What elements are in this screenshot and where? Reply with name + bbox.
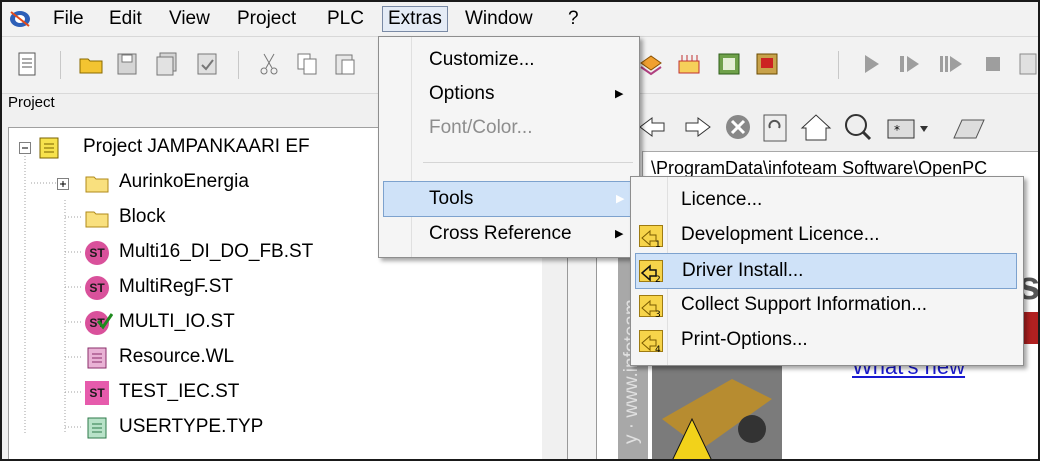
- tree-item-label: TEST_IEC.ST: [119, 381, 240, 402]
- folder-icon: [85, 176, 109, 193]
- extras-menu: Customize... Options ▶ Font/Color... Too…: [378, 36, 640, 258]
- tree-item-label: Multi16_DI_DO_FB.ST: [119, 241, 314, 262]
- refresh-icon: [763, 114, 787, 142]
- st-file-icon: ST: [85, 381, 109, 405]
- save-as-icon[interactable]: [194, 51, 220, 77]
- menu-item-tools[interactable]: Tools ▶: [383, 181, 631, 217]
- cut-icon[interactable]: [256, 51, 282, 77]
- tool-3-icon: 3: [639, 295, 663, 320]
- search-icon: [845, 114, 872, 141]
- tree-item-label: Block: [119, 206, 166, 227]
- menu-window[interactable]: Window: [460, 7, 538, 31]
- type-file-icon: [87, 417, 107, 439]
- open-folder-icon[interactable]: [78, 51, 104, 77]
- home-icon: [800, 114, 832, 141]
- toolbar-task-icon[interactable]: [676, 51, 702, 77]
- tools-submenu: Licence... 1 Development Licence... 2 Dr…: [630, 176, 1024, 366]
- menu-item-customize[interactable]: Customize...: [379, 43, 639, 77]
- toolbar-grid-icon[interactable]: [716, 51, 742, 77]
- project-panel-title: Project: [8, 94, 55, 111]
- menu-item-cross-reference[interactable]: Cross Reference ▶: [379, 217, 639, 251]
- copy-icon[interactable]: [294, 51, 320, 77]
- menu-extras[interactable]: Extras: [382, 6, 448, 32]
- app-logo-icon: [10, 11, 30, 27]
- menu-help[interactable]: ?: [563, 7, 584, 31]
- tree-item-resource[interactable]: Resource.WL: [9, 343, 529, 373]
- menu-item-font-color[interactable]: Font/Color...: [379, 111, 639, 145]
- menu-item-development-licence[interactable]: 1 Development Licence...: [631, 218, 1023, 252]
- browser-toolbar: *: [639, 114, 985, 142]
- st-file-icon: ST: [85, 276, 109, 300]
- toolbar-monitor-icon[interactable]: [754, 51, 780, 77]
- menu-file[interactable]: File: [48, 7, 89, 31]
- svg-text:*: *: [894, 123, 900, 137]
- svg-text:4: 4: [655, 345, 661, 353]
- list-icon[interactable]: [1016, 51, 1040, 77]
- tool-4-icon: 4: [639, 330, 663, 355]
- menu-project[interactable]: Project: [232, 7, 301, 31]
- tree-item-label: Project JAMPANKAARI EF: [83, 136, 310, 157]
- save-icon[interactable]: [114, 51, 140, 77]
- menu-plc[interactable]: PLC: [322, 7, 369, 31]
- back-arrow-icon: [639, 117, 665, 137]
- check-icon: [97, 313, 113, 330]
- collapse-icon[interactable]: [19, 142, 31, 154]
- tree-item-label: MultiRegF.ST: [119, 276, 234, 297]
- forward-arrow-icon: [685, 117, 711, 137]
- tree-item-usertype[interactable]: USERTYPE.TYP: [9, 413, 529, 443]
- menu-item-licence[interactable]: Licence...: [631, 183, 1023, 217]
- toolbar-library-icon[interactable]: [638, 51, 664, 77]
- stop-load-icon: [726, 115, 750, 139]
- paste-icon[interactable]: [332, 51, 358, 77]
- tool-1-icon: 1: [639, 225, 663, 250]
- tree-item-label: USERTYPE.TYP: [119, 416, 264, 437]
- step-icon[interactable]: [896, 51, 922, 77]
- machine-photo: [652, 359, 782, 459]
- svg-text:2: 2: [655, 275, 661, 283]
- save-all-icon[interactable]: [154, 51, 180, 77]
- resource-file-icon: [87, 347, 107, 369]
- run-icon[interactable]: [858, 51, 884, 77]
- stop-icon[interactable]: [980, 51, 1006, 77]
- submenu-arrow-icon: ▶: [615, 88, 624, 100]
- menu-item-driver-install[interactable]: 2 Driver Install...: [635, 253, 1017, 289]
- tool-2-icon: 2: [639, 260, 663, 285]
- machine-image: [652, 359, 782, 459]
- folder-icon: [85, 211, 109, 228]
- application-window: File Edit View Project PLC Extras Window…: [0, 0, 1040, 461]
- menu-item-print-options[interactable]: 4 Print-Options...: [631, 323, 1023, 357]
- menu-view[interactable]: View: [164, 7, 215, 31]
- svg-text:1: 1: [655, 240, 661, 248]
- tree-item-label: MULTI_IO.ST: [119, 311, 235, 332]
- tree-item-multiregf[interactable]: ST MultiRegF.ST: [9, 273, 529, 303]
- tree-item-label: Resource.WL: [119, 346, 235, 367]
- step-over-icon[interactable]: [938, 51, 964, 77]
- favorites-icon: *: [887, 119, 928, 139]
- menu-bar: File Edit View Project PLC Extras Window…: [2, 2, 1038, 37]
- tree-item-multi-io[interactable]: ST MULTI_IO.ST: [9, 308, 529, 338]
- submenu-arrow-icon: ▶: [616, 193, 625, 205]
- menu-item-collect-support[interactable]: 3 Collect Support Information...: [631, 288, 1023, 322]
- menu-edit[interactable]: Edit: [104, 7, 147, 31]
- tree-item-label: AurinkoEnergia: [119, 171, 249, 192]
- expand-icon[interactable]: [57, 178, 69, 190]
- accent-fragment: [1023, 312, 1038, 344]
- tree-item-test-iec[interactable]: ST TEST_IEC.ST: [9, 378, 529, 408]
- new-document-icon[interactable]: [14, 51, 40, 77]
- menu-item-options[interactable]: Options ▶: [379, 77, 639, 111]
- print-icon: [953, 119, 985, 139]
- project-icon: [39, 137, 59, 159]
- menu-separator: [423, 162, 633, 163]
- submenu-arrow-icon: ▶: [615, 228, 624, 240]
- svg-text:3: 3: [655, 310, 661, 318]
- st-file-icon: ST: [85, 241, 109, 265]
